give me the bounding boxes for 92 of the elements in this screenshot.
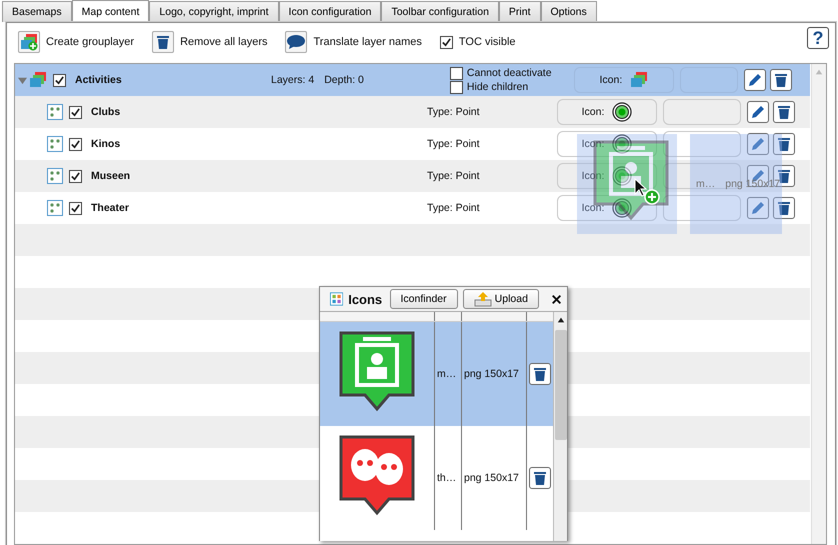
layer-type: Type: Point xyxy=(427,138,481,150)
upload-icon xyxy=(474,291,492,307)
group-row[interactable]: Activities Layers: 4 Depth: 0 Cannot deactivate Hide children Icon: xyxy=(15,64,810,96)
icon-name: m… xyxy=(696,178,716,190)
icon-row[interactable]: th… png 150x17 xyxy=(320,426,553,530)
point-layer-icon xyxy=(47,104,63,120)
target-icon xyxy=(612,198,632,218)
target-icon xyxy=(612,102,632,122)
close-icon[interactable] xyxy=(552,294,561,304)
layer-name: Clubs xyxy=(91,106,122,118)
pencil-icon xyxy=(750,104,766,120)
checkbox[interactable] xyxy=(69,202,82,214)
checkbox-label: TOC visible xyxy=(458,36,516,48)
checkbox[interactable] xyxy=(69,106,82,118)
trash-icon[interactable] xyxy=(152,31,174,53)
checkbox[interactable] xyxy=(53,74,66,86)
checkbox[interactable] xyxy=(450,80,463,94)
checkbox[interactable] xyxy=(450,66,463,80)
delete-button[interactable] xyxy=(529,363,551,385)
delete-button[interactable] xyxy=(770,69,792,91)
point-layer-icon xyxy=(47,200,63,216)
option-label: Hide children xyxy=(466,80,528,94)
add-cursor-icon xyxy=(633,178,661,206)
upload-button[interactable]: Upload xyxy=(462,289,539,309)
edit-button[interactable] xyxy=(744,69,766,91)
scrollbar[interactable] xyxy=(811,64,826,544)
tab[interactable]: Options xyxy=(540,1,597,22)
pencil-icon xyxy=(746,72,763,88)
icon-field[interactable]: Icon: xyxy=(574,67,674,93)
icon-field[interactable]: Icon: xyxy=(557,99,657,125)
trash-icon xyxy=(532,470,548,486)
delete-button[interactable] xyxy=(773,197,795,219)
text-field[interactable] xyxy=(663,131,741,157)
layer-count: Layers: 4 xyxy=(271,74,314,86)
delete-button[interactable] xyxy=(773,101,795,123)
tab[interactable]: Map content xyxy=(72,0,150,22)
icon-name: m… xyxy=(437,368,456,380)
toolbar-button-label[interactable]: Remove all layers xyxy=(180,36,268,48)
tab[interactable]: Toolbar configuration xyxy=(381,1,499,22)
trash-icon xyxy=(772,72,789,88)
layer-type: Type: Point xyxy=(427,170,481,182)
expand-arrow-icon[interactable] xyxy=(18,76,27,84)
pencil-icon xyxy=(750,136,766,152)
layers-icon xyxy=(630,71,648,89)
icon-row[interactable]: m… png 150x17 xyxy=(320,322,553,426)
tab[interactable]: Icon configuration xyxy=(278,1,382,22)
option-label: Cannot deactivate xyxy=(466,66,552,80)
icon-name: th… xyxy=(437,472,456,484)
layers-icon xyxy=(29,71,47,89)
target-icon xyxy=(612,166,632,186)
trash-icon xyxy=(532,366,548,382)
help-button[interactable]: ? xyxy=(807,27,829,49)
grid-icon xyxy=(330,291,344,307)
edit-button[interactable] xyxy=(747,101,769,123)
tab[interactable]: Logo, copyright, imprint xyxy=(149,1,279,22)
toolbar-button-label[interactable]: Translate layer names xyxy=(313,36,422,48)
layer-name: Museen xyxy=(91,170,132,182)
dialog-title: Icons xyxy=(348,292,384,306)
pencil-icon xyxy=(750,200,766,216)
trash-icon xyxy=(776,104,792,120)
point-layer-icon xyxy=(47,136,63,152)
trash-icon xyxy=(776,200,792,216)
edit-button[interactable] xyxy=(747,133,769,155)
trash-icon xyxy=(776,136,792,152)
icon-format: png 150x17 xyxy=(464,368,519,380)
checkbox[interactable] xyxy=(69,138,82,150)
scroll-thumb[interactable] xyxy=(554,330,566,440)
speech-bubble-icon[interactable] xyxy=(285,31,308,53)
layer-depth: Depth: 0 xyxy=(324,74,364,86)
toolbar-button-label[interactable]: Create grouplayer xyxy=(46,36,134,48)
iconfinder-button[interactable]: Iconfinder xyxy=(390,289,458,309)
tab[interactable]: Basemaps xyxy=(2,1,72,22)
icon-format: png 150x17 xyxy=(464,472,519,484)
layer-row[interactable]: Clubs Type: Point Icon: xyxy=(15,96,810,128)
scroll-up-icon[interactable] xyxy=(556,316,564,324)
delete-button[interactable] xyxy=(773,133,795,155)
layer-name: Activities xyxy=(75,74,123,86)
layer-type: Type: Point xyxy=(427,106,481,118)
delete-button[interactable] xyxy=(529,467,551,489)
text-field[interactable] xyxy=(663,99,741,125)
checkbox[interactable] xyxy=(440,36,453,48)
layer-name: Theater xyxy=(91,202,130,214)
checkbox[interactable] xyxy=(69,170,82,182)
target-icon xyxy=(612,134,632,154)
point-layer-icon xyxy=(47,168,63,184)
text-field[interactable] xyxy=(663,195,741,221)
tab[interactable]: Print xyxy=(498,1,541,22)
layer-type: Type: Point xyxy=(427,202,481,214)
scrollbar[interactable] xyxy=(553,312,567,541)
layer-name: Kinos xyxy=(91,138,122,150)
add-layer-icon[interactable] xyxy=(18,31,40,53)
text-field[interactable] xyxy=(663,163,741,189)
